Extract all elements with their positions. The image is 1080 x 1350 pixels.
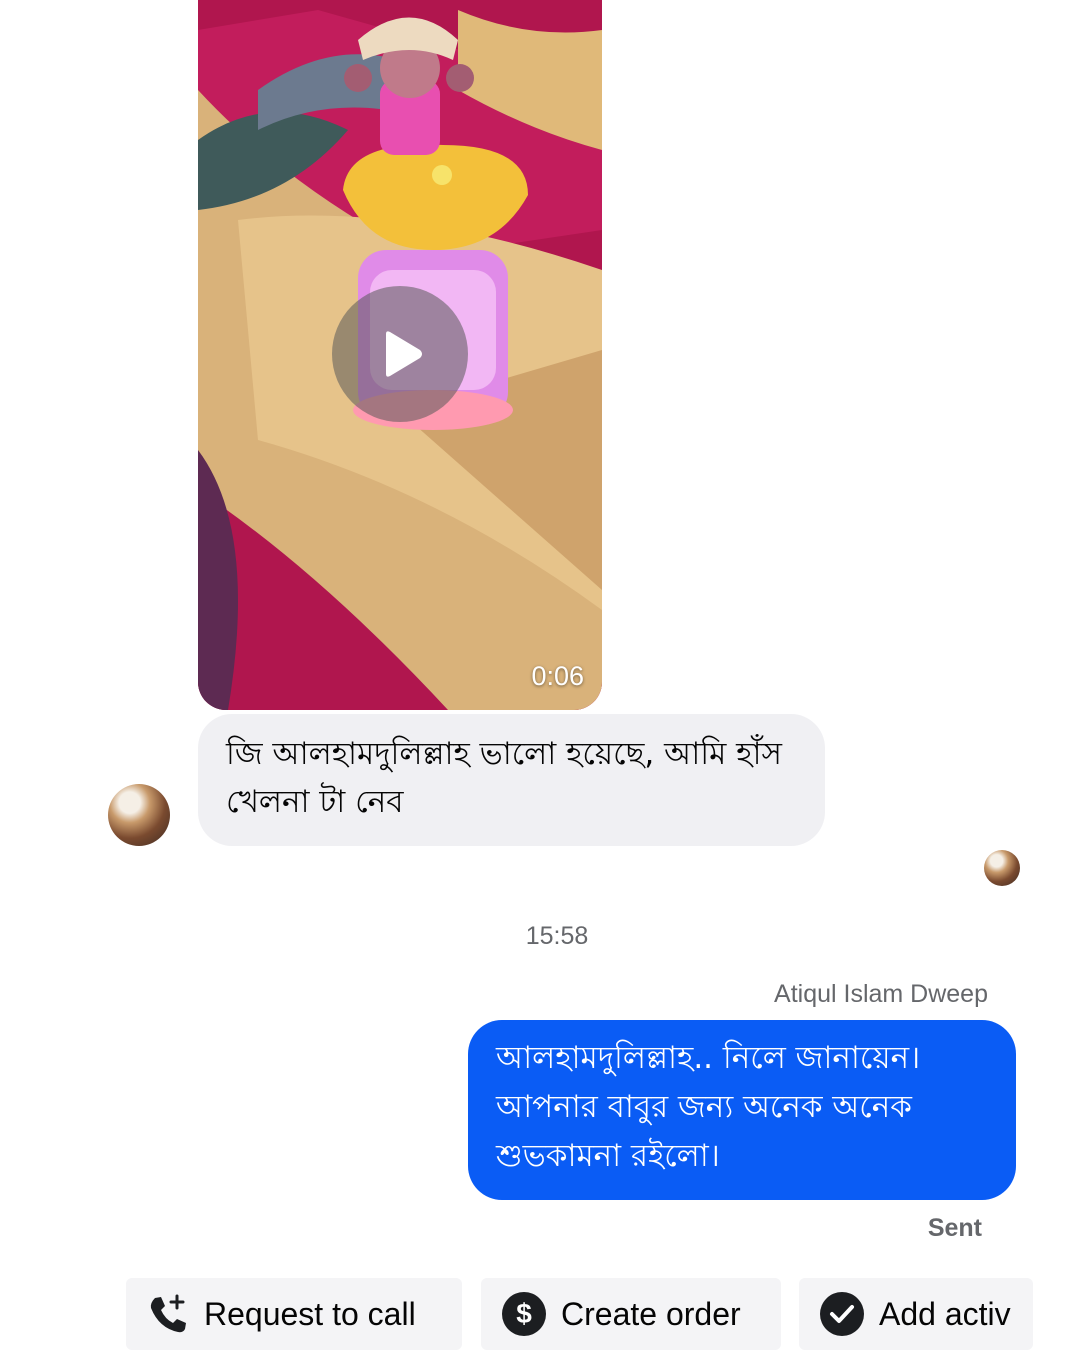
message-status: Sent [927,1214,982,1242]
contact-avatar[interactable] [108,784,170,846]
svg-text:$: $ [516,1298,532,1329]
video-duration: 0:06 [531,661,584,691]
outgoing-message-text: আলহামদুলিল্লাহ.. নিলে জানায়েন। আপনার বা… [496,1040,921,1174]
request-to-call-button[interactable]: Request to call [126,1278,462,1350]
video-message[interactable]: 0:06 [198,0,602,710]
request-to-call-label: Request to call [204,1295,416,1332]
add-activity-label: Add activ [879,1295,1011,1332]
seen-indicator-avatar [984,850,1020,886]
create-order-button[interactable]: $ Create order [481,1278,781,1350]
checkmark-icon [819,1291,865,1337]
sender-name: Atiqul Islam Dweep [774,980,988,1008]
incoming-message-text: জি আলহামদুলিল্লাহ ভালো হয়েছে, আমি হাঁস … [226,736,782,820]
create-order-label: Create order [561,1295,741,1332]
add-activity-button[interactable]: Add activ [799,1278,1033,1350]
outgoing-message-bubble[interactable]: আলহামদুলিল্লাহ.. নিলে জানায়েন। আপনার বা… [468,1020,1016,1200]
incoming-message-bubble[interactable]: জি আলহামদুলিল্লাহ ভালো হয়েছে, আমি হাঁস … [198,714,825,846]
message-timestamp: 15:58 [525,922,589,950]
play-button[interactable] [332,286,468,422]
dollar-icon: $ [501,1291,547,1337]
play-icon [386,331,422,377]
phone-plus-icon [146,1292,190,1336]
